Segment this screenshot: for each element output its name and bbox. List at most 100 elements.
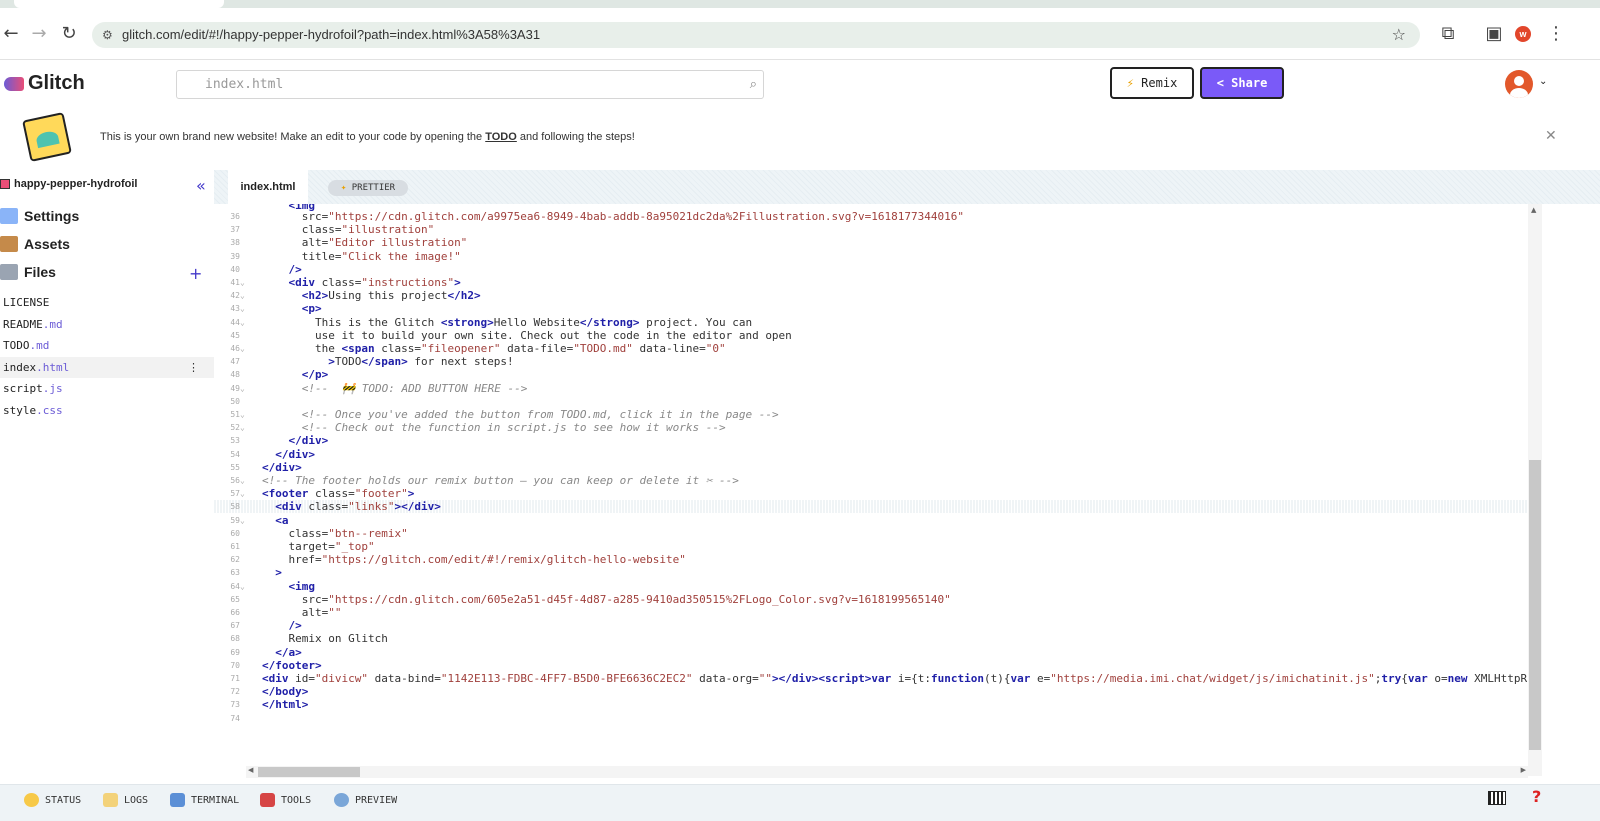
piano-icon[interactable] [1488, 791, 1506, 805]
scroll-up-icon[interactable]: ▲ [1531, 206, 1536, 214]
line-number: 50 [230, 396, 240, 406]
share-button[interactable]: < Share [1200, 67, 1284, 99]
code-text: the <span class="fileopener" data-file="… [262, 342, 726, 355]
fold-chevron-icon[interactable]: ⌄ [240, 276, 248, 289]
status-button[interactable]: STATUS [24, 793, 81, 807]
line-number: 71 [230, 674, 240, 683]
vertical-scrollbar[interactable]: ▲ [1528, 204, 1542, 776]
scroll-right-icon[interactable]: ▶ [1521, 766, 1526, 774]
add-file-icon[interactable]: + [189, 264, 202, 283]
terminal-button[interactable]: TERMINAL [170, 793, 239, 807]
line-number: 69 [230, 647, 240, 657]
file-item[interactable]: index.html ⋮ [0, 356, 214, 378]
browser-tab-active[interactable] [14, 0, 224, 8]
fold-chevron-icon[interactable]: ⌄ [240, 421, 248, 434]
line-number: 44 [230, 317, 240, 327]
sidebar-item-label: Files [24, 264, 56, 280]
fold-chevron-icon[interactable]: ⌄ [240, 487, 248, 500]
code-text: <div class="links"></div> [275, 500, 441, 514]
line-number: 57 [230, 489, 240, 499]
code-line: 61 target="_top" [214, 540, 1528, 553]
code-line: 37 class="illustration" [214, 223, 1528, 236]
tools-label: TOOLS [281, 794, 312, 806]
fold-chevron-icon[interactable]: ⌄ [240, 316, 248, 329]
horizontal-scrollbar[interactable]: ◀ ▶ [246, 766, 1528, 778]
code-text: >TODO</span> for next steps! [328, 355, 514, 369]
remix-button[interactable]: ⚡ Remix [1110, 67, 1194, 99]
code-line: 59 ⌄ <a [214, 514, 1528, 527]
file-search-input[interactable]: index.html ⌕ [176, 70, 764, 99]
preview-button[interactable]: PREVIEW [334, 793, 397, 807]
glitch-logo[interactable]: Glitch [4, 72, 85, 95]
fold-chevron-icon[interactable]: ⌄ [240, 342, 248, 355]
forward-icon[interactable]: → [28, 23, 50, 45]
sidebar-item-assets[interactable]: Assets [0, 236, 70, 252]
sidebar-item-settings[interactable]: Settings [0, 208, 79, 224]
terminal-icon [170, 793, 185, 807]
browser-profile-avatar[interactable]: w [1515, 26, 1531, 42]
file-item[interactable]: LICENSE [0, 292, 214, 313]
code-line: 47 >TODO</span> for next steps! [214, 355, 1528, 368]
browser-toolbar: ← → ↻ ⚙ glitch.com/edit/#!/happy-pepper-… [0, 8, 1600, 60]
code-line: 46 ⌄ the <span class="fileopener" data-fi… [214, 342, 1528, 355]
fold-chevron-icon[interactable]: ⌄ [240, 382, 248, 395]
code-text: </div> [288, 434, 329, 448]
file-options-icon[interactable]: ⋮ [188, 357, 199, 378]
code-line: 65 src="https://cdn.glitch.com/605e2a51-… [214, 593, 1528, 606]
fold-chevron-icon[interactable]: ⌄ [240, 302, 248, 315]
horizontal-scroll-thumb[interactable] [258, 767, 360, 777]
code-text: <div id="divicw" data-bind="1142E113-FDB… [262, 672, 1528, 685]
code-line: 66 alt="" [214, 606, 1528, 619]
code-line: 45 use it to build your own site. Check … [214, 329, 1528, 342]
fold-chevron-icon[interactable]: ⌄ [240, 408, 248, 421]
line-number: 46 [230, 344, 240, 353]
todo-link[interactable]: TODO [485, 131, 517, 143]
chevron-down-icon[interactable]: ⌄ [1539, 76, 1547, 87]
vertical-scroll-thumb[interactable] [1529, 460, 1541, 750]
file-extension: .js [42, 382, 63, 395]
browser-menu-icon[interactable]: ⋮ [1545, 23, 1567, 45]
site-info-icon[interactable]: ⚙ [102, 22, 113, 48]
code-editor[interactable]: <img 36 src="https://cdn.glitch.com/a9975… [214, 204, 1528, 776]
tools-button[interactable]: TOOLS [260, 793, 311, 807]
file-item[interactable]: TODO.md [0, 335, 214, 356]
address-bar[interactable]: ⚙ glitch.com/edit/#!/happy-pepper-hydrof… [92, 22, 1420, 48]
close-icon[interactable]: ✕ [1545, 128, 1557, 144]
extensions-icon[interactable]: ⧉ [1437, 23, 1459, 45]
fold-chevron-icon[interactable]: ⌄ [240, 514, 248, 527]
collapse-sidebar-icon[interactable]: « [196, 176, 206, 195]
fold-chevron-icon[interactable]: ⌄ [240, 580, 248, 593]
file-item[interactable]: README.md [0, 314, 214, 335]
help-icon[interactable]: ? [1532, 787, 1541, 806]
file-item[interactable]: script.js [0, 378, 214, 399]
code-line: 42 ⌄ <h2>Using this project</h2> [214, 289, 1528, 302]
logs-button[interactable]: LOGS [103, 793, 148, 807]
code-text: <footer class="footer"> [262, 487, 415, 501]
tab-index-html[interactable]: index.html [228, 170, 308, 204]
line-number: 61 [230, 542, 240, 551]
code-text: <!-- Check out the function in script.js… [301, 421, 726, 435]
sidebar-item-label: Assets [24, 236, 70, 252]
bookmark-star-icon[interactable]: ☆ [1392, 22, 1406, 48]
reload-icon[interactable]: ↻ [58, 23, 80, 45]
code-line: 48 </p> [214, 368, 1528, 381]
side-panel-icon[interactable]: ▣ [1483, 23, 1505, 45]
code-text: <div class="instructions"> [288, 276, 461, 289]
magnifier-icon [334, 793, 349, 807]
glitch-fish-icon [4, 76, 24, 91]
sidebar-item-files[interactable]: Files [0, 264, 56, 280]
line-number: 41 [230, 278, 240, 287]
back-icon[interactable]: ← [0, 23, 22, 45]
sidebar-item-label: Settings [24, 208, 80, 224]
prettier-button[interactable]: ✦ PRETTIER [328, 180, 408, 196]
scroll-left-icon[interactable]: ◀ [248, 766, 253, 774]
file-item[interactable]: style.css [0, 400, 214, 421]
fold-chevron-icon[interactable]: ⌄ [240, 474, 248, 487]
user-avatar[interactable] [1505, 70, 1533, 98]
line-number: 74 [230, 713, 240, 723]
code-text: <img [288, 579, 316, 593]
project-name[interactable]: happy-pepper-hydrofoil [0, 178, 137, 190]
fold-chevron-icon[interactable]: ⌄ [240, 289, 248, 302]
line-number: 51 [230, 410, 240, 419]
welcome-banner: This is your own brand new website! Make… [0, 112, 1557, 165]
